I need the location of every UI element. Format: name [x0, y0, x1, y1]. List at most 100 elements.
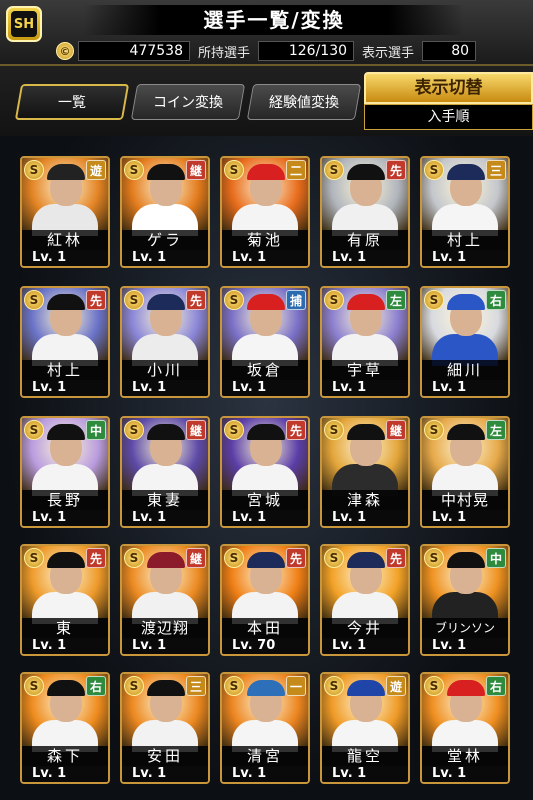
position-badge: 継 [186, 420, 206, 440]
position-badge: 中 [86, 420, 106, 440]
coin-icon: S [324, 160, 344, 180]
player-card[interactable]: S 先村上 Lv. 1 [20, 286, 110, 398]
player-card[interactable]: S 右細川 Lv. 1 [420, 286, 510, 398]
coin-icon: S [224, 290, 244, 310]
position-badge: 中 [486, 548, 506, 568]
cap [47, 552, 85, 568]
player-card[interactable]: S 一清宮 Lv. 1 [220, 672, 310, 784]
player-card[interactable]: S 先東 Lv. 1 [20, 544, 110, 656]
player-level: Lv. 1 [422, 250, 508, 266]
display-toggle[interactable]: 表示切替 入手順 [364, 72, 533, 132]
player-name: 細川 [422, 360, 508, 380]
owned-value: 126/130 [258, 41, 355, 61]
coin-icon: S [324, 420, 344, 440]
cap [447, 164, 485, 180]
player-level: Lv. 1 [22, 380, 108, 396]
player-name: 村上 [22, 360, 108, 380]
display-toggle-value: 入手順 [364, 104, 533, 130]
player-level: Lv. 1 [322, 638, 408, 654]
coin-icon: S [224, 676, 244, 696]
cap [447, 552, 485, 568]
position-badge: 先 [386, 160, 406, 180]
cap [247, 294, 285, 310]
team-logo[interactable]: SH [6, 6, 42, 42]
player-name: 長野 [22, 490, 108, 510]
player-card[interactable]: S 左中村晃 Lv. 1 [420, 416, 510, 528]
coin-icon: S [424, 290, 444, 310]
coin-icon: S [324, 548, 344, 568]
player-level: Lv. 1 [422, 638, 508, 654]
player-level: Lv. 1 [122, 510, 208, 526]
position-badge: 遊 [86, 160, 106, 180]
tab-exp-convert-label: 経験値変換 [269, 95, 339, 111]
player-level: Lv. 1 [322, 510, 408, 526]
display-label: 表示選手 [362, 45, 415, 61]
player-card[interactable]: S 右堂林 Lv. 1 [420, 672, 510, 784]
player-card[interactable]: S 継ゲラ Lv. 1 [120, 156, 210, 268]
page-title: 選手一覧/変換 [203, 8, 345, 32]
player-card[interactable]: S 中長野 Lv. 1 [20, 416, 110, 528]
player-card[interactable]: S 継渡辺翔 Lv. 1 [120, 544, 210, 656]
tab-list[interactable]: 一覧 [14, 84, 130, 120]
position-badge: 右 [486, 676, 506, 696]
player-level: Lv. 1 [122, 766, 208, 782]
player-card[interactable]: S 先本田 Lv. 70 [220, 544, 310, 656]
player-card[interactable]: S 先小川 Lv. 1 [120, 286, 210, 398]
player-level: Lv. 1 [422, 510, 508, 526]
player-level: Lv. 1 [122, 380, 208, 396]
cap [147, 294, 185, 310]
player-level: Lv. 1 [222, 510, 308, 526]
cap [347, 294, 385, 310]
player-level: Lv. 1 [122, 638, 208, 654]
cap [47, 164, 85, 180]
player-name: 有原 [322, 230, 408, 250]
player-level: Lv. 1 [22, 638, 108, 654]
coin-icon: S [24, 420, 44, 440]
tab-exp-convert[interactable]: 経験値変換 [246, 84, 362, 120]
cap [47, 424, 85, 440]
player-name: 中村晃 [422, 490, 508, 510]
player-level: Lv. 1 [322, 766, 408, 782]
position-badge: 一 [286, 676, 306, 696]
coin-icon: S [124, 548, 144, 568]
player-card[interactable]: S 先有原 Lv. 1 [320, 156, 410, 268]
position-badge: 三 [186, 676, 206, 696]
team-logo-mark: SH [11, 11, 37, 37]
player-name: 東妻 [122, 490, 208, 510]
player-card[interactable]: S 右森下 Lv. 1 [20, 672, 110, 784]
player-card[interactable]: S 遊龍空 Lv. 1 [320, 672, 410, 784]
coin-icon: S [24, 676, 44, 696]
player-name: 森下 [22, 746, 108, 766]
player-card[interactable]: S 先宮城 Lv. 1 [220, 416, 310, 528]
player-card[interactable]: S 先今井 Lv. 1 [320, 544, 410, 656]
position-badge: 継 [186, 160, 206, 180]
player-level: Lv. 1 [222, 380, 308, 396]
player-card[interactable]: S 左宇草 Lv. 1 [320, 286, 410, 398]
tab-list-label: 一覧 [58, 95, 86, 111]
coin-icon: S [424, 420, 444, 440]
stats-bar: © 477538 所持選手 126/130 表示選手 80 [56, 40, 477, 62]
player-card[interactable]: S 遊紅林 Lv. 1 [20, 156, 110, 268]
player-name: 坂倉 [222, 360, 308, 380]
position-badge: 二 [286, 160, 306, 180]
position-badge: 継 [186, 548, 206, 568]
player-name: 菊池 [222, 230, 308, 250]
player-level: Lv. 1 [122, 250, 208, 266]
coin-icon: S [224, 160, 244, 180]
cap [347, 552, 385, 568]
tab-coin-convert-label: コイン変換 [153, 95, 223, 111]
player-card[interactable]: S 継津森 Lv. 1 [320, 416, 410, 528]
player-card[interactable]: S 三村上 Lv. 1 [420, 156, 510, 268]
player-card[interactable]: S 捕坂倉 Lv. 1 [220, 286, 310, 398]
player-card[interactable]: S 継東妻 Lv. 1 [120, 416, 210, 528]
player-card[interactable]: S 中ブリンソン Lv. 1 [420, 544, 510, 656]
player-card[interactable]: S 二菊池 Lv. 1 [220, 156, 310, 268]
player-name: 宮城 [222, 490, 308, 510]
player-card[interactable]: S 三安田 Lv. 1 [120, 672, 210, 784]
player-name: 本田 [222, 618, 308, 638]
tab-coin-convert[interactable]: コイン変換 [130, 84, 246, 120]
coin-icon: S [424, 676, 444, 696]
position-badge: 先 [286, 420, 306, 440]
position-badge: 先 [86, 548, 106, 568]
player-level: Lv. 1 [22, 250, 108, 266]
